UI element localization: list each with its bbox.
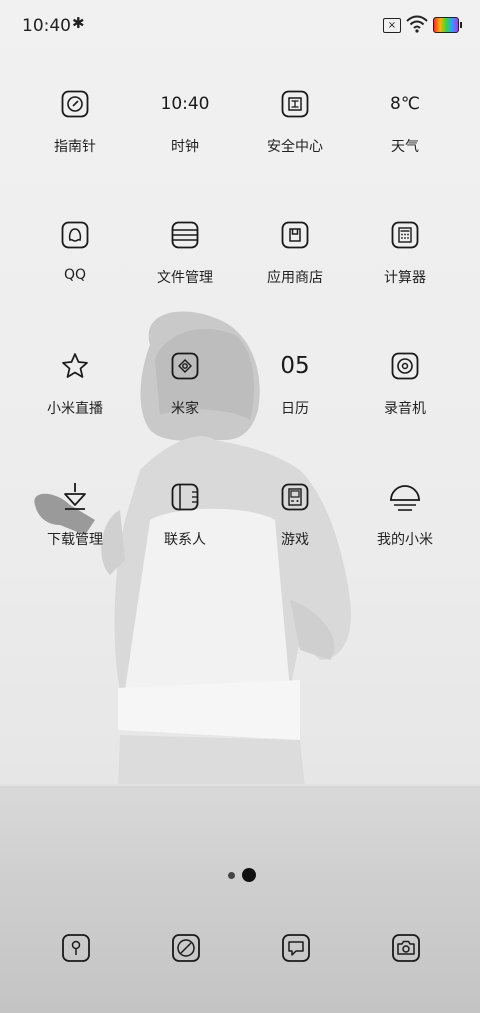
app-app-store[interactable]: 应用商店 [240,215,350,287]
app-calculator[interactable]: 计算器 [350,215,460,287]
app-recorder[interactable]: 录音机 [350,346,460,418]
qq-icon [55,215,95,255]
app-label: QQ [63,267,87,283]
weather-icon-temp: 8℃ [390,94,420,114]
app-qq[interactable]: QQ [20,215,130,283]
dock-browser[interactable] [171,933,201,963]
app-label: 录音机 [384,401,426,417]
dock-messages[interactable] [281,933,311,963]
recorder-icon [385,346,425,386]
app-downloads[interactable]: 下载管理 [20,477,130,549]
contacts-icon [165,477,205,517]
app-mijia[interactable]: 米家 [130,346,240,418]
security-center-icon [275,84,315,124]
dock-phone[interactable] [61,933,91,963]
app-store-icon [275,215,315,255]
compass-icon [55,84,95,124]
app-label: 下载管理 [47,532,103,548]
dock-camera[interactable] [391,933,421,963]
app-label: 计算器 [384,270,426,286]
browser-icon [172,934,200,962]
page-indicator[interactable] [226,867,266,883]
app-contacts[interactable]: 联系人 [130,477,240,549]
app-clock[interactable]: 10:40 时钟 [130,84,240,156]
calculator-icon [385,215,425,255]
app-label: 游戏 [281,532,309,548]
app-weather[interactable]: 8℃ 天气 [350,84,460,156]
phone-icon [62,934,90,962]
wallpaper-ledge [0,786,480,1013]
wifi-icon [406,15,428,33]
app-calendar[interactable]: 05 日历 [240,346,350,418]
download-icon [55,477,95,517]
app-label: 指南针 [54,139,96,155]
app-mi-live[interactable]: 小米直播 [20,346,130,418]
app-label: 天气 [391,139,419,155]
clock-icon-time: 10:40 [160,94,210,114]
app-label: 我的小米 [377,532,433,548]
games-icon [275,477,315,517]
messages-icon [282,934,310,962]
calendar-icon-date: 05 [280,353,310,379]
app-compass[interactable]: 指南针 [20,84,130,156]
app-label: 安全中心 [267,139,323,155]
app-label: 联系人 [164,532,206,548]
page-dot-current[interactable] [242,868,256,882]
status-time: 10:40 [22,16,71,36]
sunset-icon [385,477,425,517]
status-bar: 10:40 ✱ × [0,0,480,52]
app-label: 应用商店 [267,270,323,286]
camera-icon [392,934,420,962]
app-label: 时钟 [171,139,199,155]
file-manager-icon [165,215,205,255]
sim-no-service-icon: × [383,18,401,33]
app-label: 文件管理 [157,270,213,286]
mijia-icon [165,346,205,386]
app-label: 日历 [281,401,309,417]
app-my-xiaomi[interactable]: 我的小米 [350,477,460,549]
app-security-center[interactable]: 安全中心 [240,84,350,156]
page-dot[interactable] [228,872,235,879]
bluetooth-icon: ✱ [72,14,85,32]
app-file-manager[interactable]: 文件管理 [130,215,240,287]
star-icon [55,346,95,386]
battery-charging-icon [433,17,462,33]
app-games[interactable]: 游戏 [240,477,350,549]
app-label: 小米直播 [47,401,103,417]
app-label: 米家 [171,401,199,417]
